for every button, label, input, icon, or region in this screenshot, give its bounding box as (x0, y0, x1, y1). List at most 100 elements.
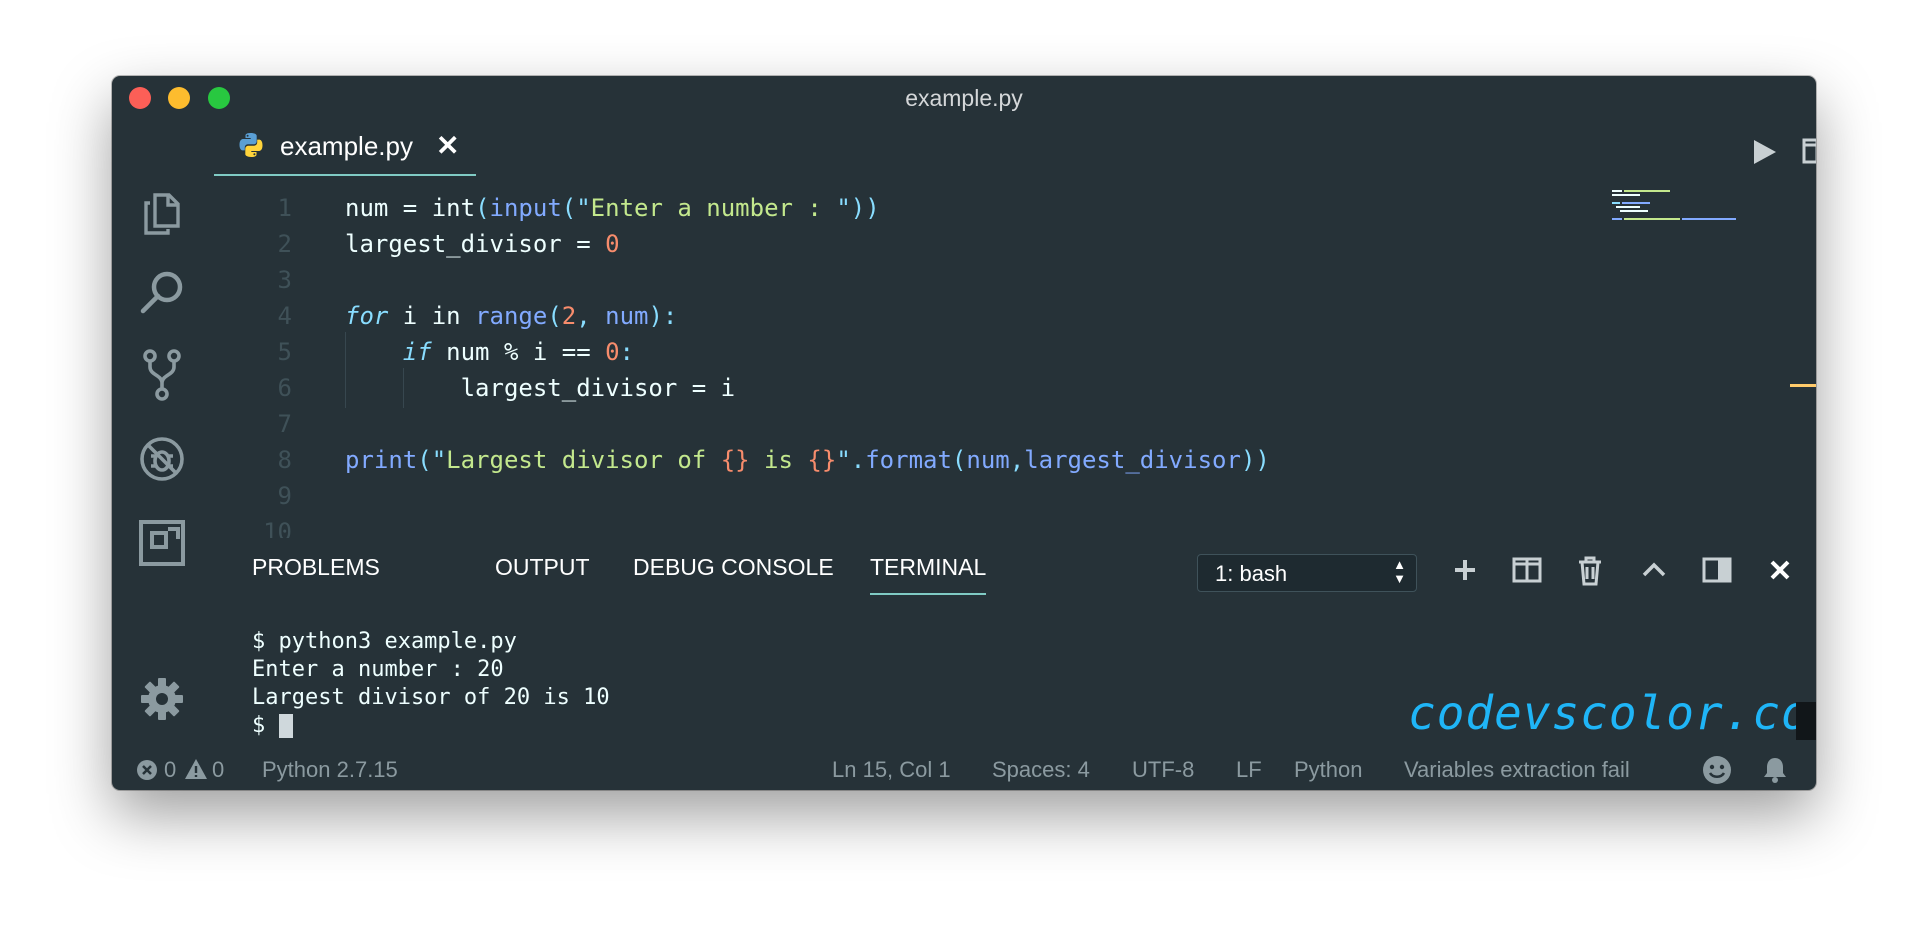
editor-window: example.py example.py ✕ 1 num = int(inpu… (112, 76, 1816, 790)
warning-count[interactable]: 0 (212, 757, 224, 783)
close-tab-icon[interactable]: ✕ (436, 129, 459, 162)
code-token: largest_divisor = (345, 230, 606, 258)
code-line: 4 for i in range(2, num): (212, 298, 1612, 334)
code-text: print("Largest divisor of {} is {}".form… (345, 442, 1270, 478)
code-token: num (605, 302, 649, 330)
code-token: {} (807, 446, 837, 474)
tab-terminal[interactable]: TERMINAL (870, 554, 987, 595)
window-title: example.py (905, 85, 1023, 111)
code-token: range (475, 302, 548, 330)
code-token: ( (547, 302, 562, 330)
line-number: 1 (277, 194, 292, 222)
status-message[interactable]: Variables extraction fail (1404, 757, 1630, 783)
line-number: 7 (277, 410, 292, 438)
tab-problems[interactable]: PROBLEMS (252, 554, 380, 581)
code-token: , (576, 302, 606, 330)
terminal-select[interactable]: 1: bash ▲ ▼ (1197, 554, 1417, 592)
line-number: 10 (263, 518, 292, 538)
code-token: ( (951, 446, 967, 474)
new-terminal-icon[interactable] (1451, 556, 1479, 589)
code-token: 0 (605, 338, 620, 366)
code-token: if (402, 338, 432, 366)
terminal-line: $ python3 example.py (252, 629, 517, 654)
code-line: 2 largest_divisor = 0 (212, 226, 1612, 262)
code-text: largest_divisor = 0 (345, 226, 620, 262)
line-number: 8 (277, 446, 292, 474)
gear-icon[interactable] (137, 674, 187, 724)
scrollbar-thumb[interactable] (1796, 702, 1816, 740)
code-token: ): (648, 302, 678, 330)
code-token: num % i == (431, 338, 606, 366)
code-token: ". (836, 446, 866, 474)
terminal-prompt-line: $ (252, 712, 610, 740)
run-icon[interactable] (1750, 138, 1778, 171)
minimap[interactable] (1610, 188, 1740, 228)
line-number: 9 (277, 482, 292, 510)
trash-icon[interactable] (1577, 556, 1603, 591)
maximize-panel-icon[interactable] (1640, 556, 1668, 589)
split-terminal-icon[interactable] (1512, 556, 1542, 589)
error-icon[interactable] (136, 759, 158, 787)
close-panel-icon[interactable] (1768, 556, 1792, 589)
code-line: 7 (212, 406, 1612, 442)
code-token: )) (1240, 446, 1270, 474)
code-token: Enter a number : (590, 194, 837, 222)
code-token: largest_divisor = i (345, 374, 736, 402)
panel-tabs: PROBLEMS OUTPUT DEBUG CONSOLE TERMINAL (212, 546, 1816, 600)
code-token: ( (475, 194, 490, 222)
python-interpreter[interactable]: Python 2.7.15 (262, 757, 398, 783)
code-editor[interactable]: 1 num = int(input("Enter a number : ")) 2 l… (212, 188, 1816, 538)
warning-icon[interactable] (184, 758, 208, 786)
cursor-position[interactable]: Ln 15, Col 1 (832, 757, 951, 783)
line-ending[interactable]: LF (1236, 757, 1262, 783)
line-number: 2 (277, 230, 292, 258)
code-line: 8 print("Largest divisor of {} is {}".for… (212, 442, 1612, 478)
extensions-icon[interactable] (137, 518, 187, 568)
terminal-cursor (278, 714, 293, 738)
tab-debug-console[interactable]: DEBUG CONSOLE (633, 554, 834, 581)
activity-bar (112, 118, 212, 758)
line-number: 4 (277, 302, 292, 330)
terminal-select-value: 1: bash (1215, 561, 1288, 586)
code-token: for (345, 302, 389, 330)
status-bar: 0 0 Python 2.7.15 Ln 15, Col 1 Spaces: 4… (112, 748, 1816, 790)
feedback-smiley-icon[interactable] (1702, 755, 1732, 790)
debug-icon[interactable] (137, 434, 187, 484)
code-token: print (345, 446, 418, 474)
line-number: 6 (277, 374, 292, 402)
terminal-line: Enter a number : 20 (252, 657, 504, 682)
split-editor-icon[interactable] (1802, 138, 1816, 169)
scrollbar-marker (1790, 384, 1816, 387)
code-token: (" (561, 194, 591, 222)
search-icon[interactable] (137, 268, 187, 318)
toggle-panel-position-icon[interactable] (1702, 556, 1732, 589)
terminal-line: Largest divisor of 20 is 10 (252, 685, 610, 710)
editor-tabs: example.py ✕ (212, 118, 1816, 176)
watermark: codevscolor.com (1408, 686, 1816, 740)
language-mode[interactable]: Python (1294, 757, 1363, 783)
code-text: if num % i == 0: (345, 334, 634, 370)
tab-label: example.py (280, 131, 413, 161)
code-token: Largest divisor of (446, 446, 721, 474)
line-number: 3 (277, 266, 292, 294)
code-token: (" (417, 446, 447, 474)
code-line: 1 num = int(input("Enter a number : ")) (212, 190, 1612, 226)
code-line: 10 (212, 514, 1612, 538)
code-line: 3 (212, 262, 1612, 298)
encoding[interactable]: UTF-8 (1132, 757, 1194, 783)
source-control-icon[interactable] (137, 349, 187, 401)
notifications-bell-icon[interactable] (1762, 756, 1788, 790)
terminal-output[interactable]: $ python3 example.py Enter a number : 20… (252, 628, 610, 740)
tab-example-py[interactable]: example.py ✕ (214, 118, 476, 176)
code-token: int (431, 194, 476, 222)
select-arrows-icon: ▲ ▼ (1393, 557, 1406, 586)
code-text: largest_divisor = i (345, 370, 736, 406)
error-count[interactable]: 0 (164, 757, 176, 783)
indentation[interactable]: Spaces: 4 (992, 757, 1090, 783)
code-token: i in (388, 302, 476, 330)
code-token: : (619, 338, 634, 366)
code-token: is (749, 446, 808, 474)
tab-output[interactable]: OUTPUT (495, 554, 590, 581)
files-icon[interactable] (137, 188, 187, 238)
